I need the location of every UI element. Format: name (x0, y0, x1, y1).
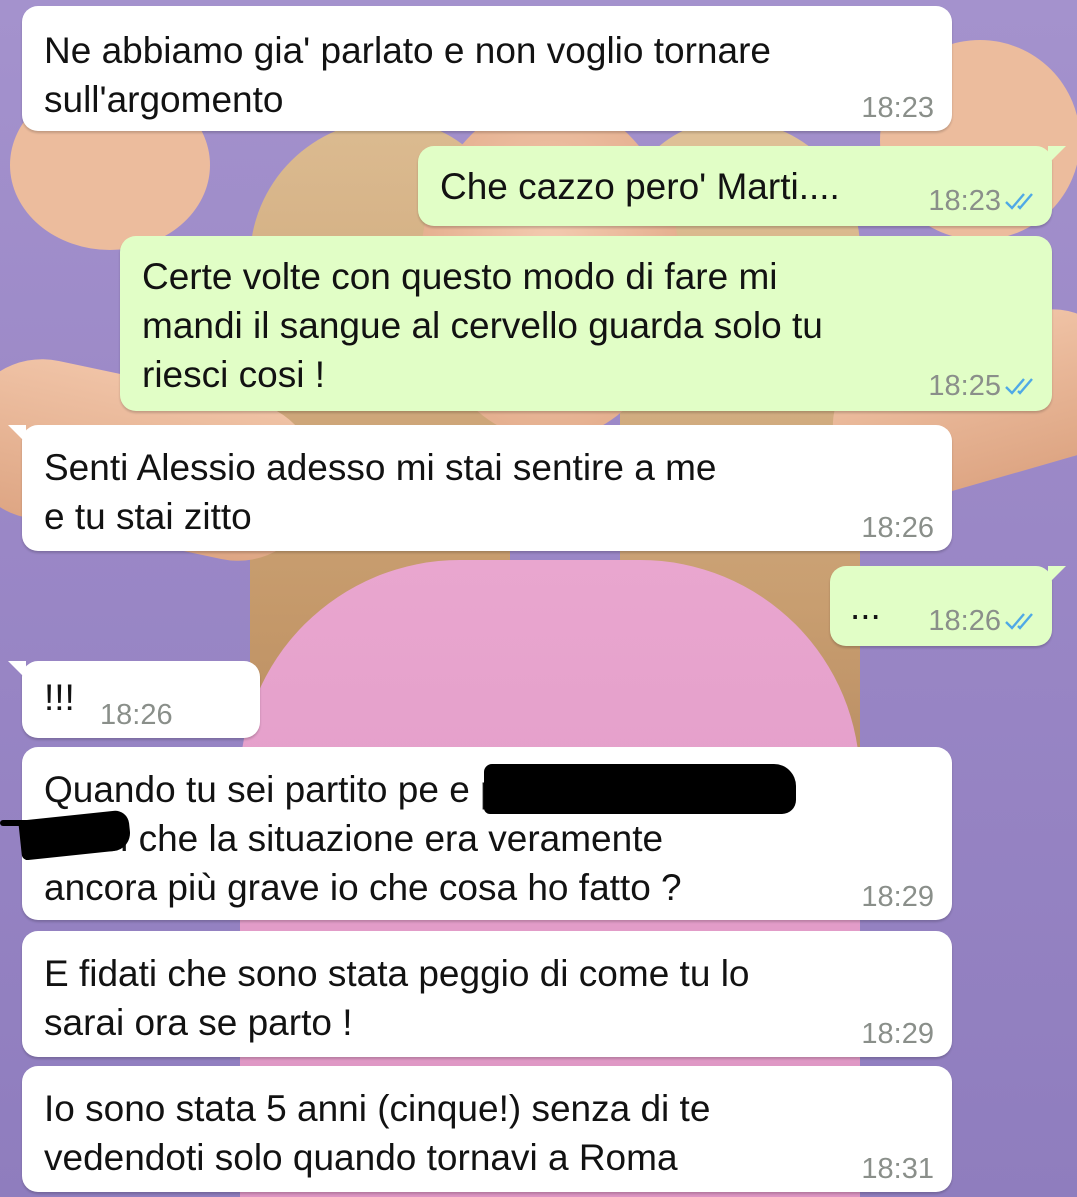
message-text: Ne abbiamo gia' parlato e non voglio tor… (44, 30, 771, 120)
message-time: 18:26 (100, 699, 173, 731)
message-time: 18:31 (861, 1153, 934, 1185)
message-time: 18:25 (928, 370, 1001, 402)
message-text: Senti Alessio adesso mi stai sentire a m… (44, 447, 717, 537)
message-bubble-incoming[interactable]: !!! 18:26 (8, 661, 260, 738)
message-text: !!! (44, 677, 75, 718)
message-bubble-outgoing[interactable]: Certe volte con questo modo di fare mi m… (120, 236, 1052, 411)
redaction-mark (484, 764, 796, 814)
read-ticks-icon (1005, 613, 1033, 630)
message-bubble-incoming[interactable]: E fidati che sono stata peggio di come t… (22, 931, 952, 1057)
message-text: E fidati che sono stata peggio di come t… (44, 953, 750, 1043)
message-list[interactable]: Ne abbiamo gia' parlato e non voglio tor… (0, 0, 1077, 1197)
redaction-mark (0, 820, 40, 826)
message-bubble-outgoing[interactable]: Che cazzo pero' Marti.... 18:23 (418, 146, 1066, 226)
message-text: Certe volte con questo modo di fare mi m… (142, 256, 823, 395)
read-ticks-icon (1005, 378, 1033, 395)
message-bubble-incoming[interactable]: Io sono stata 5 anni (cinque!) senza di … (22, 1066, 952, 1192)
message-bubble-outgoing[interactable]: ... 18:26 (830, 566, 1066, 646)
message-time: 18:29 (861, 881, 934, 913)
message-time: 18:23 (928, 185, 1001, 217)
message-time: 18:26 (928, 605, 1001, 637)
message-time: 18:29 (861, 1018, 934, 1050)
read-ticks-icon (1005, 193, 1033, 210)
message-time: 18:23 (861, 92, 934, 124)
message-text: Io sono stata 5 anni (cinque!) senza di … (44, 1088, 711, 1178)
message-bubble-incoming[interactable]: Ne abbiamo gia' parlato e non voglio tor… (22, 6, 952, 131)
message-bubble-incoming[interactable]: Senti Alessio adesso mi stai sentire a m… (8, 425, 952, 551)
message-time: 18:26 (861, 512, 934, 544)
